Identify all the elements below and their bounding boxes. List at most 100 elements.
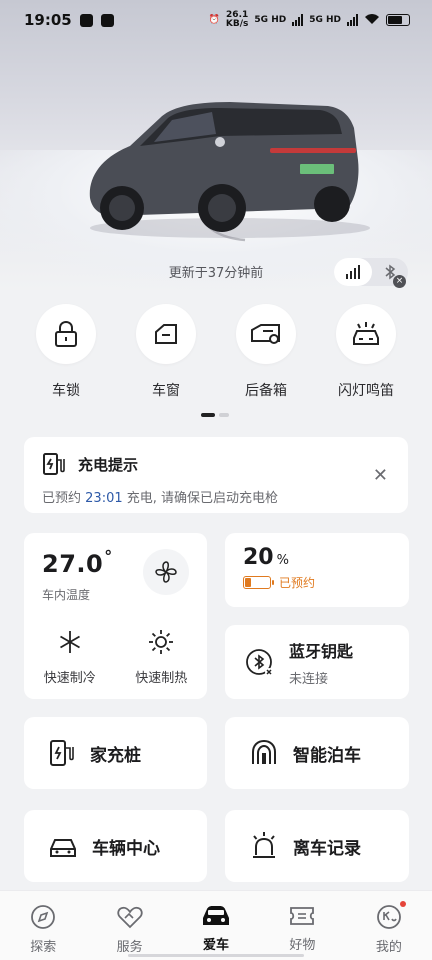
window-button[interactable] xyxy=(136,304,196,364)
lock-button[interactable] xyxy=(36,304,96,364)
bluetooth-off-badge: × xyxy=(393,275,406,288)
flash-horn-label: 闪灯鸣笛 xyxy=(338,383,394,399)
home-charger-tile[interactable]: 家充桩 xyxy=(24,717,207,789)
window-label: 车窗 xyxy=(152,383,180,399)
service-icon xyxy=(116,906,143,929)
nav-service-label: 服务 xyxy=(116,940,143,955)
quick-cool-label: 快速制冷 xyxy=(43,671,96,686)
alarm-icon: ⏰ xyxy=(208,15,220,25)
network-speed: 26.1 KB/s xyxy=(226,11,248,29)
battery-status: 已预约 xyxy=(279,576,316,590)
signal-icon-2 xyxy=(347,14,358,26)
explore-icon xyxy=(31,905,56,929)
window-icon xyxy=(155,324,177,344)
quick-flash-horn[interactable]: 闪灯鸣笛 xyxy=(326,304,406,400)
leave-record-tile[interactable]: 离车记录 xyxy=(225,810,409,882)
home-indicator xyxy=(128,954,304,957)
nav-car-label: 爱车 xyxy=(203,938,230,953)
fan-icon xyxy=(155,561,177,583)
nav-service[interactable]: 服务 xyxy=(86,891,172,960)
quick-cool-button[interactable]: 快速制冷 xyxy=(44,629,96,686)
close-icon[interactable]: ✕ xyxy=(373,465,388,486)
bluetooth-key-text: 蓝牙钥匙 未连接 xyxy=(289,638,353,687)
battery-charge-icon xyxy=(243,576,274,589)
nav-profile[interactable]: 我的 xyxy=(346,891,432,960)
notification-dot xyxy=(400,901,407,907)
nav-explore[interactable]: 探索 xyxy=(0,891,86,960)
bluetooth-key-title: 蓝牙钥匙 xyxy=(289,641,354,661)
status-bar: 19:05 ⏰ 26.1 KB/s 5G HD 5G HD xyxy=(0,0,432,40)
trunk-icon xyxy=(251,324,280,344)
home-charger-icon xyxy=(50,740,74,766)
network-label-2: 5G HD xyxy=(309,15,341,25)
vehicle-center-tile[interactable]: 车辆中心 xyxy=(24,810,207,882)
home-charger-label: 家充桩 xyxy=(90,745,141,766)
flash-horn-icon xyxy=(353,322,379,345)
lock-label: 车锁 xyxy=(52,383,80,399)
quick-heat-button[interactable]: 快速制热 xyxy=(135,629,187,686)
car-icon xyxy=(203,906,230,925)
battery-level: 20% xyxy=(243,545,391,570)
lock-icon xyxy=(55,320,77,347)
battery-level-value: 20 xyxy=(243,545,274,570)
leave-record-label: 离车记录 xyxy=(293,838,361,859)
charging-icon xyxy=(43,453,65,475)
charge-notice-prefix: 已预约 xyxy=(42,491,82,506)
trunk-button[interactable] xyxy=(236,304,296,364)
flash-horn-button[interactable] xyxy=(336,304,396,364)
quick-lock[interactable]: 车锁 xyxy=(26,304,106,400)
charge-notice-title: 充电提示 xyxy=(78,455,139,474)
network-mode-button[interactable] xyxy=(334,258,372,286)
bluetooth-key-icon xyxy=(246,649,273,676)
profile-icon xyxy=(376,905,401,929)
snowflake-icon xyxy=(59,631,80,653)
page-dot-active xyxy=(201,413,215,417)
bluetooth-key-card[interactable]: 蓝牙钥匙 未连接 xyxy=(225,625,409,699)
network-label-1: 5G HD xyxy=(254,15,287,25)
battery-card[interactable]: 20% 已预约 xyxy=(225,533,409,607)
battery-status-row: 已预约 xyxy=(243,574,391,591)
quick-controls: 车锁 车窗 后备箱 闪灯鸣笛 xyxy=(0,304,432,400)
connection-toggle[interactable]: × xyxy=(334,258,408,288)
nav-explore-label: 探索 xyxy=(30,940,57,955)
shop-icon xyxy=(290,907,315,925)
tiktok-icon xyxy=(100,13,114,27)
bluetooth-key-status: 未连接 xyxy=(289,671,329,687)
charge-notice-header: 充电提示 xyxy=(42,451,390,477)
smart-parking-icon xyxy=(252,739,276,764)
nav-car[interactable]: 爱车 xyxy=(173,891,259,960)
smart-parking-tile[interactable]: 智能泊车 xyxy=(225,717,409,789)
sun-icon xyxy=(149,630,174,654)
charge-notice-text: 已预约 23:01 充电, 请确保已启动充电枪 xyxy=(42,487,390,506)
quick-heat-label: 快速制热 xyxy=(135,671,188,686)
smart-parking-label: 智能泊车 xyxy=(293,745,361,766)
nav-profile-label: 我的 xyxy=(375,940,402,955)
nav-shop[interactable]: 好物 xyxy=(259,891,345,960)
car-image[interactable] xyxy=(70,88,370,258)
quick-window[interactable]: 车窗 xyxy=(126,304,206,400)
hero-section xyxy=(0,0,432,290)
battery-level-unit: % xyxy=(276,553,289,568)
charge-notice-suffix: 充电, 请确保已启动充电枪 xyxy=(126,491,279,506)
bluetooth-mode-button[interactable]: × xyxy=(372,264,408,288)
degree-symbol: ° xyxy=(104,547,113,566)
bottom-navigation: 探索 服务 爱车 好物 我的 xyxy=(0,890,432,960)
charge-notice-time: 23:01 xyxy=(85,491,123,506)
fan-button[interactable] xyxy=(143,549,189,595)
signal-bars-icon xyxy=(346,265,360,279)
network-speed-unit: KB/s xyxy=(225,19,249,29)
notification-app-icon xyxy=(79,13,93,27)
climate-actions: 快速制冷 快速制热 xyxy=(24,629,207,686)
vehicle-center-label: 车辆中心 xyxy=(92,838,160,859)
page-indicator xyxy=(201,413,229,417)
battery-icon xyxy=(386,14,410,26)
page-dot xyxy=(219,413,229,417)
charge-notice-card[interactable]: 充电提示 已预约 23:01 充电, 请确保已启动充电枪 ✕ xyxy=(24,437,408,513)
quick-trunk[interactable]: 后备箱 xyxy=(226,304,306,400)
wifi-icon xyxy=(364,13,380,28)
cabin-temperature-value: 27.0 xyxy=(42,550,104,578)
nav-shop-label: 好物 xyxy=(289,938,316,953)
trunk-label: 后备箱 xyxy=(245,383,287,399)
alarm-light-icon xyxy=(253,832,275,858)
climate-card[interactable]: 27.0° 车内温度 快速制冷 快速制热 xyxy=(24,533,207,699)
